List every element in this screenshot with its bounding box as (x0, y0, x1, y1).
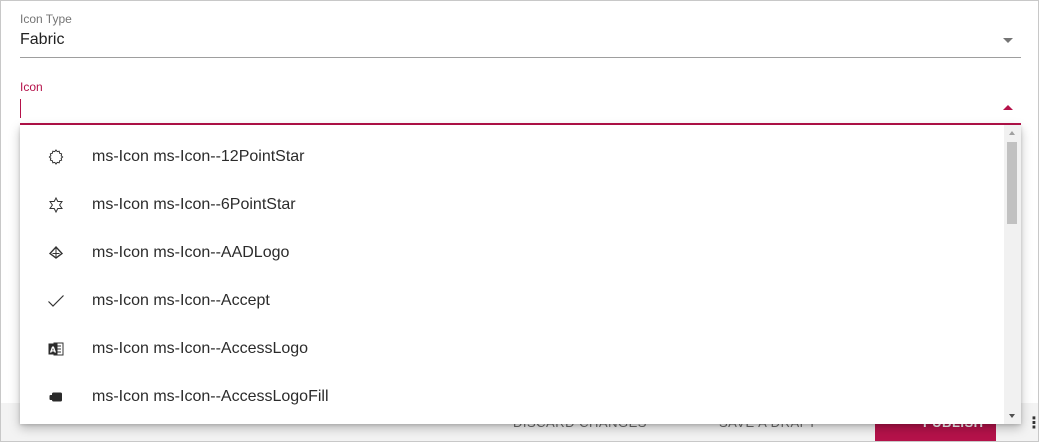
chevron-up-icon[interactable] (1003, 105, 1013, 110)
more-vertical-icon[interactable]: ⋮ (1026, 413, 1039, 433)
aad-logo-icon (47, 244, 65, 262)
option-label: ms-Icon ms-Icon--Accept (92, 292, 270, 309)
list-item[interactable]: ms-Icon ms-Icon--Accept (20, 277, 1004, 325)
list-item[interactable]: ms-Icon ms-Icon--12PointStar (20, 133, 1004, 181)
list-item[interactable]: A ms-Icon ms-Icon--AccessLogo (20, 325, 1004, 373)
option-label: ms-Icon ms-Icon--AccessLogoFill (92, 388, 329, 405)
list-item[interactable]: ms-Icon ms-Icon--6PointStar (20, 181, 1004, 229)
access-logo-icon: A (47, 340, 65, 358)
chevron-down-icon[interactable] (1003, 38, 1013, 43)
scroll-down-arrow-icon[interactable] (1009, 414, 1015, 418)
option-label: ms-Icon ms-Icon--12PointStar (92, 148, 305, 165)
icon-label: Icon (20, 80, 43, 94)
text-cursor (20, 99, 21, 118)
scroll-up-arrow-icon[interactable] (1009, 131, 1015, 135)
six-point-star-icon (47, 196, 65, 214)
scrollbar[interactable] (1004, 125, 1021, 424)
checkmark-icon (47, 292, 65, 310)
icon-type-label: Icon Type (20, 12, 72, 26)
twelve-point-star-icon (47, 148, 65, 166)
option-label: ms-Icon ms-Icon--AADLogo (92, 244, 290, 261)
list-item[interactable]: ms-Icon ms-Icon--AADLogo (20, 229, 1004, 277)
icon-type-select[interactable]: Icon Type Fabric (20, 11, 1021, 58)
scrollbar-thumb[interactable] (1007, 142, 1017, 224)
access-logo-fill-icon (47, 388, 65, 406)
option-label: ms-Icon ms-Icon--AccessLogo (92, 340, 309, 357)
icon-options-listbox[interactable]: ms-Icon ms-Icon--12PointStar ms-Icon ms-… (20, 125, 1021, 424)
option-label: ms-Icon ms-Icon--6PointStar (92, 196, 296, 213)
icon-autocomplete-input[interactable]: Icon (20, 79, 1021, 125)
icon-type-value: Fabric (20, 31, 65, 48)
list-item[interactable]: ms-Icon ms-Icon--AccessLogoFill (20, 373, 1004, 421)
svg-text:A: A (50, 345, 57, 354)
form-panel: DISCARD CHANGES SAVE A DRAFT PUBLISH ⋮ I… (0, 0, 1039, 442)
